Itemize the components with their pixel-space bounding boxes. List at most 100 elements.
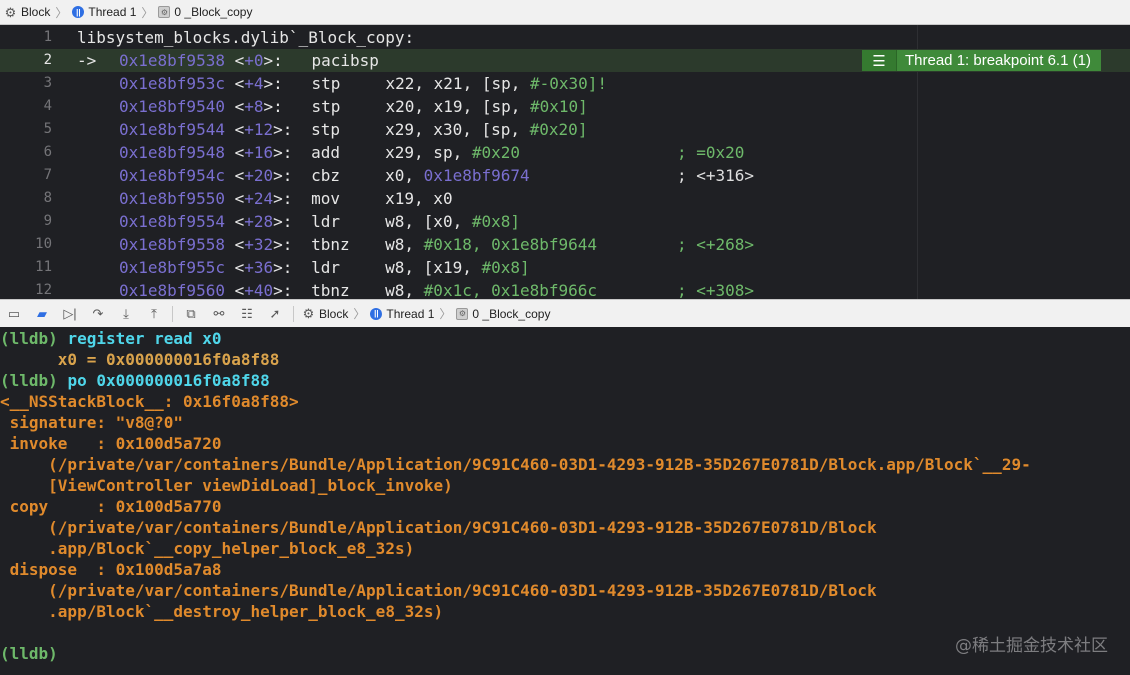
- console-output: <__NSStackBlock__: 0x16f0a8f88>: [0, 392, 299, 411]
- code-line: 2 -> 0x1e8bf9538 <+0>: pacibsp ☰ Thread 1: br…: [0, 49, 1130, 72]
- instruction: 0x1e8bf9554 <+28>: ldr w8, [x0, #0x8]: [119, 212, 521, 231]
- instruction: 0x1e8bf955c <+36>: ldr w8, [x19, #0x8]: [119, 258, 530, 277]
- line-number: 3: [43, 75, 52, 91]
- console-line: invoke : 0x100d5a720: [0, 433, 222, 454]
- view-hierarchy-icon[interactable]: ⧉: [177, 303, 205, 325]
- line-number: 6: [43, 144, 52, 160]
- debugbar-label: Thread 1: [386, 306, 435, 321]
- environment-overrides-icon[interactable]: ☷: [233, 303, 261, 325]
- instruction-offset: +8: [244, 97, 264, 116]
- instruction-address: 0x1e8bf9560: [119, 281, 225, 299]
- operand: ]: [520, 258, 530, 277]
- console-line: copy : 0x100d5a770: [0, 496, 222, 517]
- console-output: .app/Block`__destroy_helper_block_e8_32s…: [0, 602, 444, 621]
- breakpoint-annotation[interactable]: ☰ Thread 1: breakpoint 6.1 (1): [862, 50, 1101, 71]
- jumpbar-label: Block: [21, 5, 51, 19]
- opcode: ldr: [311, 258, 341, 277]
- line-number: 11: [35, 259, 52, 275]
- continue-icon[interactable]: ▷|: [56, 303, 84, 325]
- console-line: (lldb): [0, 643, 58, 664]
- gear-icon: ⚙: [4, 4, 17, 20]
- console-output: dispose : 0x100d5a7a8: [0, 560, 222, 579]
- jumpbar-label: Thread 1: [88, 5, 137, 19]
- debugbar-label: Block: [319, 306, 349, 321]
- operand: #0x8: [481, 258, 520, 277]
- breakpoints-toggle-icon[interactable]: ▰: [28, 303, 56, 325]
- operand: x0,: [385, 166, 424, 185]
- console-output: [ViewController viewDidLoad]_block_invok…: [0, 476, 453, 495]
- code-line: 12 0x1e8bf9560 <+40>: tbnz w8, #0x1c, 0x1e8…: [0, 279, 1130, 299]
- operand: x19, x0: [385, 189, 453, 208]
- console-output: (/private/var/containers/Bundle/Applicat…: [0, 518, 877, 537]
- instruction-offset: +20: [244, 166, 274, 185]
- console-line: dispose : 0x100d5a7a8: [0, 559, 222, 580]
- instruction-offset: +40: [244, 281, 274, 299]
- opcode: stp: [311, 97, 341, 116]
- console-line: x0 = 0x000000016f0a8f88: [0, 349, 280, 370]
- debugbar-item-frame[interactable]: ⚙ 0 _Block_copy: [452, 307, 554, 321]
- code-line: 3 0x1e8bf953c <+4>: stp x22, x21, [sp, #-0x…: [0, 72, 1130, 95]
- operand: ]: [578, 97, 588, 116]
- console-output: (/private/var/containers/Bundle/Applicat…: [0, 455, 1031, 474]
- instruction-address: 0x1e8bf954c: [119, 166, 225, 185]
- disassembly-editor[interactable]: 1 libsystem_blocks.dylib`_Block_copy: 2 -…: [0, 25, 1130, 299]
- opcode: ldr: [311, 212, 341, 231]
- lldb-prompt: (lldb): [0, 644, 58, 663]
- instruction-offset: +24: [244, 189, 274, 208]
- line-number: 10: [35, 236, 52, 252]
- step-over-icon[interactable]: ↷: [84, 303, 112, 325]
- operand: x29, sp,: [385, 143, 472, 162]
- debugbar-item-thread[interactable]: || Thread 1: [366, 307, 438, 321]
- console-output: .app/Block`__copy_helper_block_e8_32s): [0, 539, 415, 558]
- menu-icon[interactable]: ☰: [862, 50, 897, 71]
- instruction-offset: +16: [244, 143, 274, 162]
- opcode: stp: [311, 74, 341, 93]
- console-line: .app/Block`__destroy_helper_block_e8_32s…: [0, 601, 443, 622]
- thread-icon: ||: [370, 307, 383, 320]
- instruction-address: 0x1e8bf9554: [119, 212, 225, 231]
- console-output: copy : 0x100d5a770: [0, 497, 222, 516]
- memory-graph-icon[interactable]: ⚯: [205, 303, 233, 325]
- step-into-icon[interactable]: ⤓: [112, 303, 140, 325]
- jumpbar-item-target[interactable]: ⚙ Block: [0, 5, 54, 19]
- operand: ]!: [587, 74, 608, 93]
- code-line: 11 0x1e8bf955c <+36>: ldr w8, [x19, #0x8]: [0, 256, 1130, 279]
- instruction-offset: +12: [244, 120, 274, 139]
- code-line: 5 0x1e8bf9544 <+12>: stp x29, x30, [sp, #0x…: [0, 118, 1130, 141]
- lldb-prompt: (lldb): [0, 329, 68, 348]
- jumpbar-item-frame[interactable]: ⚙ 0 _Block_copy: [154, 5, 256, 19]
- operand: #0x8: [471, 212, 511, 231]
- operand: x29, x30, [sp,: [385, 120, 530, 139]
- chevron-right-icon: 〉: [55, 5, 68, 20]
- hide-debug-area-icon[interactable]: ▭: [0, 303, 28, 325]
- instruction-address: 0x1e8bf9550: [119, 189, 225, 208]
- instruction: -> 0x1e8bf9538 <+0>: pacibsp: [77, 49, 386, 72]
- debugbar-item-target[interactable]: ⚙ Block: [298, 307, 352, 321]
- simulate-location-icon[interactable]: ➚: [261, 303, 289, 325]
- chevron-right-icon: 〉: [353, 307, 366, 321]
- instruction-address: 0x1e8bf9558: [119, 235, 225, 254]
- operand: x20, x19, [sp,: [385, 97, 530, 116]
- lldb-console[interactable]: (lldb) register read x0 x0 = 0x000000016…: [0, 327, 1130, 675]
- opcode: add: [311, 143, 341, 162]
- operand: 0x1e8bf9674: [423, 166, 530, 185]
- operand: ]: [577, 120, 588, 139]
- instruction-offset: +36: [244, 258, 274, 277]
- instruction: 0x1e8bf954c <+20>: cbz x0, 0x1e8bf9674: [119, 166, 530, 185]
- jumpbar-item-thread[interactable]: || Thread 1: [68, 5, 140, 19]
- instruction-address: 0x1e8bf9548: [119, 143, 225, 162]
- top-jump-bar: ⚙ Block 〉 || Thread 1 〉 ⚙ 0 _Block_copy: [0, 0, 1130, 25]
- line-number: 4: [43, 98, 52, 114]
- operand: #-0x30: [530, 74, 588, 93]
- divider: [293, 305, 294, 322]
- opcode: stp: [311, 120, 341, 139]
- step-out-icon[interactable]: ⤒: [140, 303, 168, 325]
- console-line: <__NSStackBlock__: 0x16f0a8f88>: [0, 391, 299, 412]
- line-number: 2: [43, 52, 52, 68]
- console-line: [ViewController viewDidLoad]_block_invok…: [0, 475, 453, 496]
- instruction: 0x1e8bf9558 <+32>: tbnz w8, #0x18, 0x1e8bf…: [119, 235, 598, 254]
- console-output: x0 = 0x000000016f0a8f88: [0, 350, 280, 369]
- code-line: 6 0x1e8bf9548 <+16>: add x29, sp, #0x20; =0…: [0, 141, 1130, 164]
- code-line: 1 libsystem_blocks.dylib`_Block_copy:: [0, 26, 1130, 49]
- opcode: pacibsp: [311, 51, 379, 70]
